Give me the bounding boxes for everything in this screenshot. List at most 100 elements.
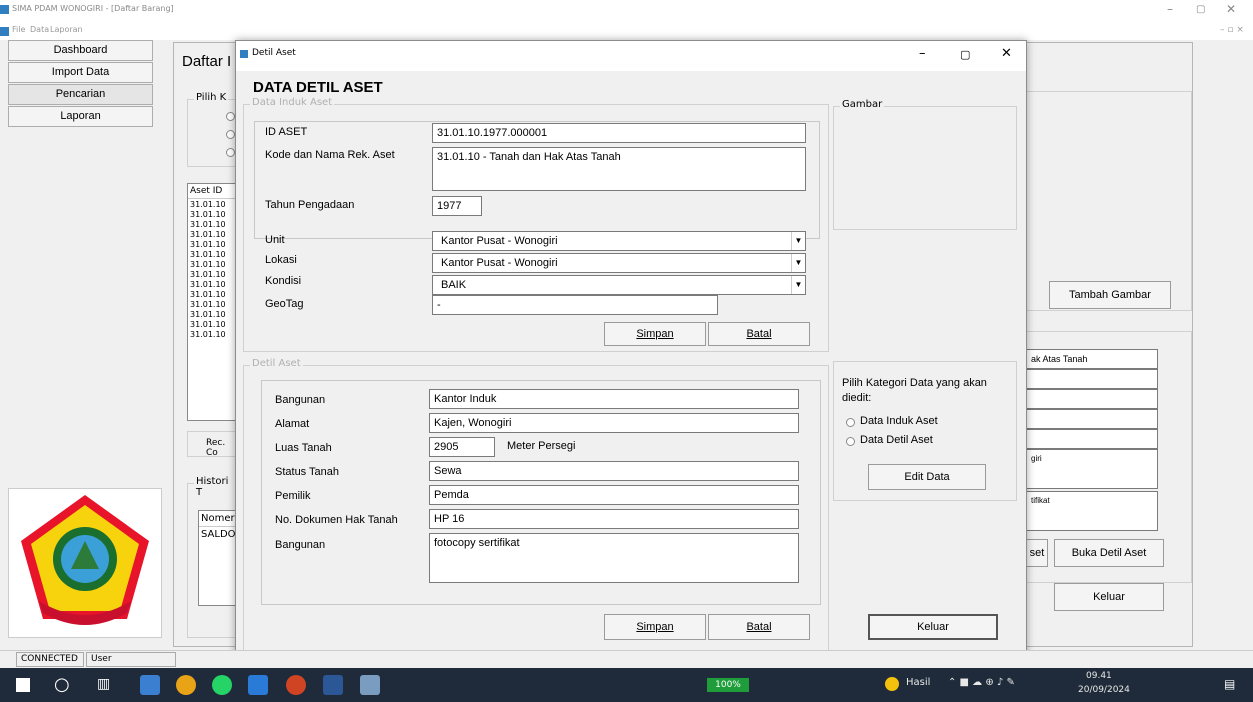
- nav-dashboard[interactable]: Dashboard: [8, 40, 153, 61]
- tambah-gambar-button[interactable]: Tambah Gambar: [1049, 281, 1171, 309]
- aset-row[interactable]: 31.01.10: [190, 230, 234, 240]
- file-explorer-icon[interactable]: [140, 675, 160, 695]
- detil-aset-dialog: Detil Aset – ▢ ✕ DATA DETIL ASET Data In…: [235, 40, 1027, 660]
- histori-label: Histori T: [194, 476, 236, 498]
- maximize-icon[interactable]: ▢: [1196, 4, 1205, 15]
- simpan-induk-button[interactable]: Simpan: [604, 322, 706, 346]
- mdi-icon: [0, 27, 9, 36]
- aset-list[interactable]: Aset ID 31.01.10 31.01.10 31.01.10 31.01.10…: [187, 183, 237, 421]
- clock-time[interactable]: 09.41: [1086, 671, 1112, 681]
- nav-pencarian[interactable]: Pencarian: [8, 84, 153, 105]
- radio-induk-label[interactable]: Data Induk Aset: [860, 415, 938, 427]
- right-field-5[interactable]: [1026, 429, 1158, 449]
- pilih-group-label: Pilih K: [194, 92, 229, 103]
- radio-1[interactable]: [226, 112, 235, 121]
- nav-laporan[interactable]: Laporan: [8, 106, 153, 127]
- histori-list[interactable]: Nomer SALDO: [198, 510, 238, 606]
- radio-induk[interactable]: [846, 418, 855, 427]
- aset-col-header[interactable]: Aset ID: [188, 184, 236, 199]
- batal-detil-button[interactable]: Batal: [708, 614, 810, 640]
- weather-icon[interactable]: [885, 677, 899, 691]
- lokasi-combo[interactable]: Kantor Pusat - Wonogiri ▼: [432, 253, 806, 273]
- kondisi-combo[interactable]: BAIK ▼: [432, 275, 806, 295]
- powerpoint-icon[interactable]: [286, 675, 306, 695]
- tahun-label: Tahun Pengadaan: [265, 199, 355, 211]
- aset-row[interactable]: 31.01.10: [190, 280, 234, 290]
- aset-row[interactable]: 31.01.10: [190, 200, 234, 210]
- close-icon[interactable]: ✕: [1226, 2, 1236, 16]
- luas-field[interactable]: 2905: [429, 437, 495, 457]
- alamat-field[interactable]: Kajen, Wonogiri: [429, 413, 799, 433]
- status-connected: CONNECTED: [16, 652, 84, 667]
- menu-file[interactable]: File: [12, 25, 25, 34]
- clock-date[interactable]: 20/09/2024: [1078, 685, 1130, 695]
- aset-row[interactable]: 31.01.10: [190, 310, 234, 320]
- nodok-field[interactable]: HP 16: [429, 509, 799, 529]
- chevron-down-icon[interactable]: ▼: [791, 254, 805, 272]
- aset-row[interactable]: 31.01.10: [190, 240, 234, 250]
- hist-row[interactable]: SALDO: [199, 527, 237, 542]
- mdi-controls-icon[interactable]: – ▫ ×: [1220, 25, 1244, 35]
- radio-3[interactable]: [226, 148, 235, 157]
- logo: [8, 488, 162, 638]
- nav-import-data[interactable]: Import Data: [8, 62, 153, 83]
- bangunan-field[interactable]: Kantor Induk: [429, 389, 799, 409]
- aset-row[interactable]: 31.01.10: [190, 210, 234, 220]
- kode-field[interactable]: 31.01.10 - Tanah dan Hak Atas Tanah: [432, 147, 806, 191]
- radio-detil-label[interactable]: Data Detil Aset: [860, 434, 933, 446]
- aset-row[interactable]: 31.01.10: [190, 330, 234, 340]
- chrome-icon[interactable]: [176, 675, 196, 695]
- aset-row[interactable]: 31.01.10: [190, 320, 234, 330]
- task-view-icon[interactable]: ▥: [97, 676, 110, 692]
- right-field-3[interactable]: [1026, 389, 1158, 409]
- status-tanah-field[interactable]: Sewa: [429, 461, 799, 481]
- app-sima-icon[interactable]: [360, 675, 380, 695]
- hist-col-header[interactable]: Nomer: [199, 511, 237, 527]
- word-icon[interactable]: [323, 675, 343, 695]
- right-field-4[interactable]: [1026, 409, 1158, 429]
- unit-combo[interactable]: Kantor Pusat - Wonogiri ▼: [432, 231, 806, 251]
- edit-data-button[interactable]: Edit Data: [868, 464, 986, 490]
- dialog-maximize-icon[interactable]: ▢: [960, 48, 970, 61]
- aset-row[interactable]: 31.01.10: [190, 270, 234, 280]
- right-field-6[interactable]: giri: [1026, 449, 1158, 489]
- menu-laporan[interactable]: Laporan: [50, 25, 83, 34]
- windows-start-icon[interactable]: [16, 678, 30, 692]
- search-icon[interactable]: ○: [54, 674, 70, 695]
- bangunan2-field[interactable]: fotocopy sertifikat: [429, 533, 799, 583]
- kondisi-value: BAIK: [441, 279, 467, 291]
- right-field-1[interactable]: ak Atas Tanah: [1026, 349, 1158, 369]
- right-field-7[interactable]: tifikat: [1026, 491, 1158, 531]
- tahun-field[interactable]: 1977: [432, 196, 482, 216]
- minimize-icon[interactable]: –: [1167, 2, 1173, 16]
- chevron-down-icon[interactable]: ▼: [791, 276, 805, 294]
- set-button[interactable]: set: [1026, 539, 1048, 567]
- pemilik-field[interactable]: Pemda: [429, 485, 799, 505]
- aset-row[interactable]: 31.01.10: [190, 220, 234, 230]
- aset-row[interactable]: 31.01.10: [190, 300, 234, 310]
- mail-icon[interactable]: [248, 675, 268, 695]
- aset-row[interactable]: 31.01.10: [190, 250, 234, 260]
- radio-2[interactable]: [226, 130, 235, 139]
- aset-row[interactable]: 31.01.10: [190, 260, 234, 270]
- dialog-close-icon[interactable]: ✕: [1001, 46, 1012, 61]
- dialog-minimize-icon[interactable]: –: [919, 46, 926, 61]
- whatsapp-icon[interactable]: [212, 675, 232, 695]
- simpan-detil-button[interactable]: Simpan: [604, 614, 706, 640]
- buka-detil-aset-button[interactable]: Buka Detil Aset: [1054, 539, 1164, 567]
- id-aset-field[interactable]: 31.01.10.1977.000001: [432, 123, 806, 143]
- unit-value: Kantor Pusat - Wonogiri: [441, 235, 558, 247]
- chevron-down-icon[interactable]: ▼: [791, 232, 805, 250]
- geotag-field[interactable]: -: [432, 295, 718, 315]
- right-field-2[interactable]: [1026, 369, 1158, 389]
- radio-detil[interactable]: [846, 437, 855, 446]
- aset-row[interactable]: 31.01.10: [190, 290, 234, 300]
- kondisi-label: Kondisi: [265, 275, 302, 287]
- menu-data[interactable]: Data: [30, 25, 49, 34]
- bg-keluar-button[interactable]: Keluar: [1054, 583, 1164, 611]
- tray-icons[interactable]: ⌃ ■ ☁ ⊕ ♪ ✎: [948, 677, 1015, 688]
- notification-icon[interactable]: ▤: [1224, 677, 1235, 691]
- keluar-button[interactable]: Keluar: [868, 614, 998, 640]
- weather-text[interactable]: Hasil: [906, 677, 930, 688]
- batal-induk-button[interactable]: Batal: [708, 322, 810, 346]
